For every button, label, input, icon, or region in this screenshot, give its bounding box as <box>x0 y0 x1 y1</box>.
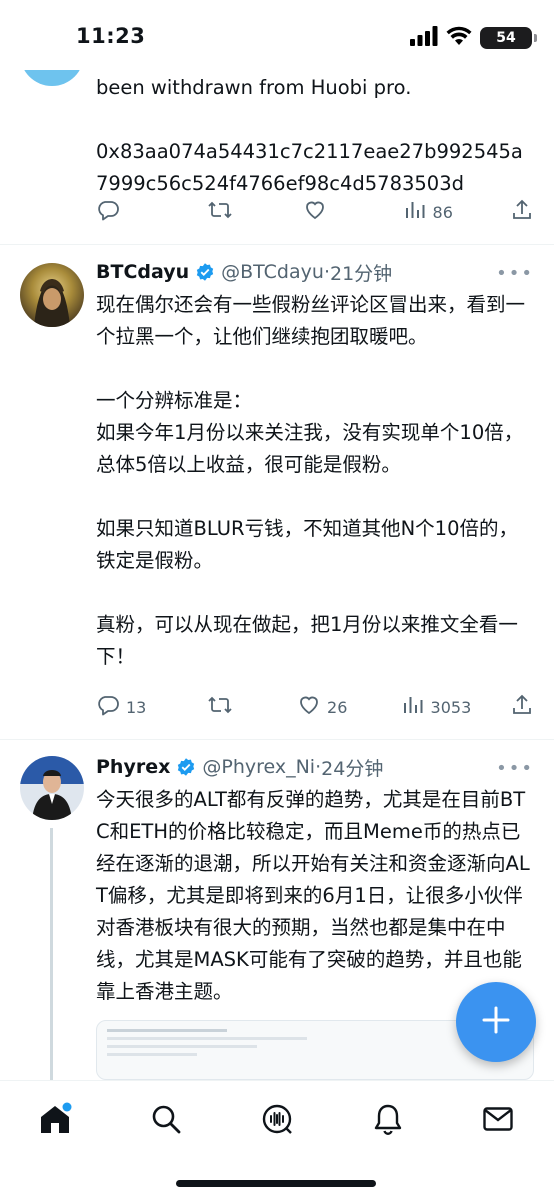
status-time: 11:23 <box>76 24 146 48</box>
avatar[interactable] <box>20 263 84 327</box>
tweet-text: been withdrawn from Huobi pro. 0x83aa074… <box>96 76 523 195</box>
more-options-icon[interactable]: ••• <box>496 758 534 779</box>
views-count: 86 <box>432 202 453 222</box>
retweet-icon <box>207 198 233 226</box>
like-button[interactable] <box>303 198 403 226</box>
like-icon <box>303 198 327 226</box>
author-handle[interactable]: @BTCdayu <box>221 261 324 283</box>
reply-button[interactable]: 13 <box>96 693 207 721</box>
tweet-time[interactable]: 21分钟 <box>330 259 392 286</box>
more-options-icon[interactable]: ••• <box>496 263 534 284</box>
thread-line <box>50 828 53 1080</box>
nav-notifications[interactable] <box>368 1101 408 1141</box>
status-icons: 54 <box>410 26 537 50</box>
share-button[interactable] <box>510 693 534 721</box>
views-button[interactable]: 3053 <box>401 693 510 721</box>
author-name[interactable]: BTCdayu <box>96 261 189 283</box>
like-icon <box>297 693 321 721</box>
author-handle[interactable]: @Phyrex_Ni <box>202 756 315 778</box>
nav-spaces[interactable] <box>257 1101 297 1141</box>
reply-icon <box>96 693 120 721</box>
tweet-actions: 13 26 3053 <box>96 693 534 721</box>
like-button[interactable]: 26 <box>297 693 401 721</box>
retweet-icon <box>207 693 233 721</box>
nav-search[interactable] <box>146 1101 186 1141</box>
verified-badge-icon <box>176 757 196 777</box>
battery-icon: 54 <box>480 27 537 49</box>
home-icon <box>37 1102 73 1140</box>
tweet-header: BTCdayu @BTCdayu · 21分钟 <box>96 259 534 285</box>
spaces-icon <box>260 1102 294 1140</box>
tweet-text: 今天很多的ALT都有反弹的趋势，尤其是在目前BTC和ETH的价格比较稳定，而且M… <box>96 788 530 1003</box>
avatar[interactable] <box>20 756 84 820</box>
reply-count: 13 <box>126 697 147 717</box>
tweet-text: 现在偶尔还会有一些假粉丝评论区冒出来，看到一个拉黑一个，让他们继续抱团取暖吧。 … <box>96 293 526 668</box>
like-count: 26 <box>327 697 348 717</box>
views-icon <box>403 198 427 226</box>
tweet-header: Phyrex @Phyrex_Ni · 24分钟 <box>96 754 534 780</box>
compose-tweet-button[interactable] <box>456 982 536 1062</box>
messages-icon <box>482 1105 514 1137</box>
author-name[interactable]: Phyrex <box>96 756 170 778</box>
signal-icon <box>410 26 438 50</box>
share-icon <box>510 198 534 226</box>
share-icon <box>510 693 534 721</box>
notifications-icon <box>372 1102 404 1140</box>
views-icon <box>401 693 425 721</box>
compose-plus-icon <box>481 1005 511 1039</box>
retweet-button[interactable] <box>207 198 303 226</box>
wifi-icon <box>446 26 472 50</box>
reply-icon <box>96 198 120 226</box>
tweet-actions: 86 <box>96 198 534 226</box>
nav-home[interactable] <box>35 1101 75 1141</box>
nav-messages[interactable] <box>478 1101 518 1141</box>
tweet-time[interactable]: 24分钟 <box>321 754 383 781</box>
views-button[interactable]: 86 <box>403 198 510 226</box>
views-count: 3053 <box>430 697 472 717</box>
home-indicator <box>176 1180 376 1187</box>
status-bar: 11:23 54 <box>0 0 554 70</box>
share-button[interactable] <box>510 198 534 226</box>
search-icon <box>150 1103 182 1139</box>
verified-badge-icon <box>195 262 215 282</box>
reply-button[interactable] <box>96 198 207 226</box>
tweet[interactable]: BTCdayu @BTCdayu · 21分钟 ••• 现在偶尔还会有一些假粉丝… <box>0 245 554 739</box>
retweet-button[interactable] <box>207 693 297 721</box>
